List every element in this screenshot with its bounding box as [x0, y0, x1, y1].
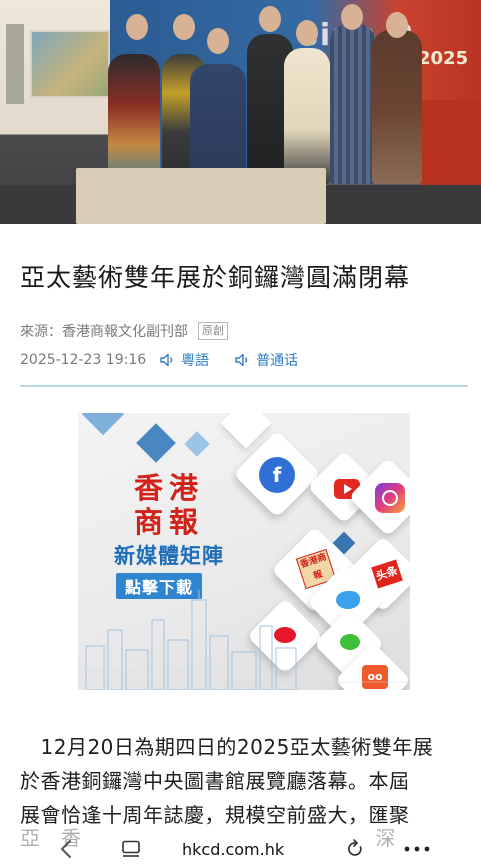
- chevron-left-icon: [61, 840, 71, 858]
- youtube-play-icon: [344, 484, 352, 494]
- more-icon: [404, 846, 430, 852]
- person-head: [173, 14, 195, 40]
- reload-icon: [348, 839, 362, 856]
- more-options-button[interactable]: [402, 840, 432, 858]
- person-head: [341, 4, 363, 30]
- original-badge: 原創: [198, 322, 228, 340]
- instagram-lens-icon: [382, 490, 398, 506]
- article-datetime: 2025-12-23 19:16: [20, 352, 147, 368]
- decor-diamond: [136, 423, 176, 463]
- reader-mode-button[interactable]: [118, 838, 144, 860]
- toutiao-icon-label: 头条: [374, 563, 400, 584]
- person: [284, 48, 330, 184]
- person: [330, 24, 376, 184]
- hkcd-logo: 香港 商報: [96, 471, 242, 539]
- article-meta-row: 2025-12-23 19:16 粵語 普通话: [20, 350, 298, 370]
- article-body-line: 於香港銅鑼灣中央圖書館展覽廳落幕。本屆: [20, 769, 410, 793]
- person: [190, 64, 246, 184]
- person-head: [126, 14, 148, 40]
- speaker-icon: [160, 353, 173, 367]
- hkcd-logo-line1: 香港: [133, 471, 204, 505]
- audio-cantonese-label: 粵語: [181, 353, 210, 369]
- browser-toolbar: 亞 香 深 hkcd.com.hk: [0, 826, 481, 868]
- person: [372, 30, 422, 184]
- facebook-icon: f: [259, 457, 295, 493]
- person-head: [296, 20, 318, 46]
- article-body-line: 12月20日為期四日的2025亞太藝術雙年展: [20, 735, 434, 759]
- backdrop-year: 2025: [418, 48, 469, 69]
- meta-divider: [20, 385, 468, 387]
- audio-cantonese-button[interactable]: 粵語: [160, 350, 209, 370]
- person-head: [386, 12, 408, 38]
- ad-slogan: 新媒體矩陣: [114, 544, 224, 568]
- hkcd-app-icon-label: 香港商報: [299, 552, 328, 582]
- person: [108, 54, 160, 184]
- decor-diamond: [81, 413, 125, 436]
- wall-painting: [30, 30, 110, 98]
- article-source: 來源：香港商報文化副刊部: [20, 324, 188, 340]
- back-button[interactable]: [54, 838, 78, 860]
- decor-diamond: [184, 431, 210, 457]
- article-source-row: 來源：香港商報文化副刊部 原創: [20, 321, 228, 341]
- article-body: 12月20日為期四日的2025亞太藝術雙年展 於香港銅鑼灣中央圖書館展覽廳落幕。…: [20, 730, 470, 832]
- hero-photo: sian P enni 2025: [0, 0, 481, 224]
- article-title: 亞太藝術雙年展於銅鑼灣圓滿閉幕: [20, 263, 411, 292]
- audio-mandarin-label: 普通话: [256, 353, 299, 369]
- person-head: [259, 6, 281, 32]
- city-skyline: [78, 590, 410, 690]
- reader-icon: [122, 840, 140, 857]
- app-download-ad[interactable]: f 香港商報 头条 oo 香港 商報 新媒體矩陣 點擊下載: [78, 413, 410, 690]
- speaker-icon: [235, 353, 248, 367]
- hkcd-logo-line2: 商報: [133, 505, 204, 539]
- address-bar-url[interactable]: hkcd.com.hk: [182, 840, 284, 859]
- display-table: [76, 168, 326, 224]
- wall-painting: [6, 24, 24, 104]
- reload-button[interactable]: [342, 838, 368, 860]
- audio-mandarin-button[interactable]: 普通话: [235, 350, 298, 370]
- person-head: [207, 28, 229, 54]
